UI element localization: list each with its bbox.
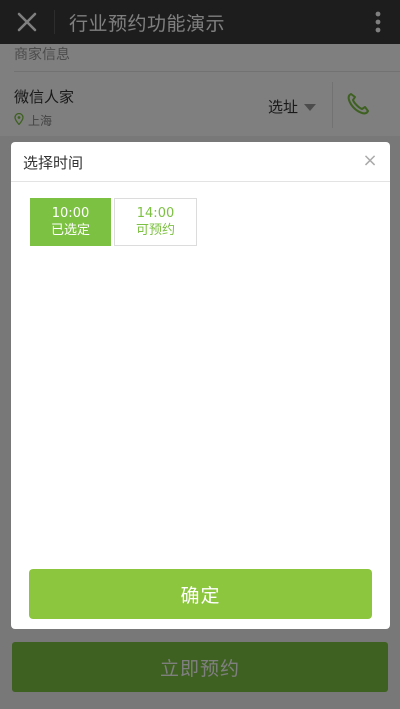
time-slot-selected[interactable]: 10:00 已选定	[30, 198, 111, 246]
time-select-modal: 选择时间 × 10:00 已选定 14:00 可预约 确定	[11, 142, 390, 629]
time-slot-available[interactable]: 14:00 可预约	[114, 198, 197, 246]
slot-time: 10:00	[51, 206, 90, 221]
modal-header: 选择时间 ×	[11, 142, 390, 182]
time-slot-list: 10:00 已选定 14:00 可预约	[30, 198, 197, 246]
modal-title: 选择时间	[23, 154, 84, 172]
slot-time: 14:00	[136, 206, 175, 221]
confirm-button[interactable]: 确定	[29, 569, 372, 619]
close-modal-icon[interactable]: ×	[360, 151, 380, 171]
slot-status: 已选定	[50, 223, 90, 238]
slot-status: 可预约	[135, 223, 175, 238]
